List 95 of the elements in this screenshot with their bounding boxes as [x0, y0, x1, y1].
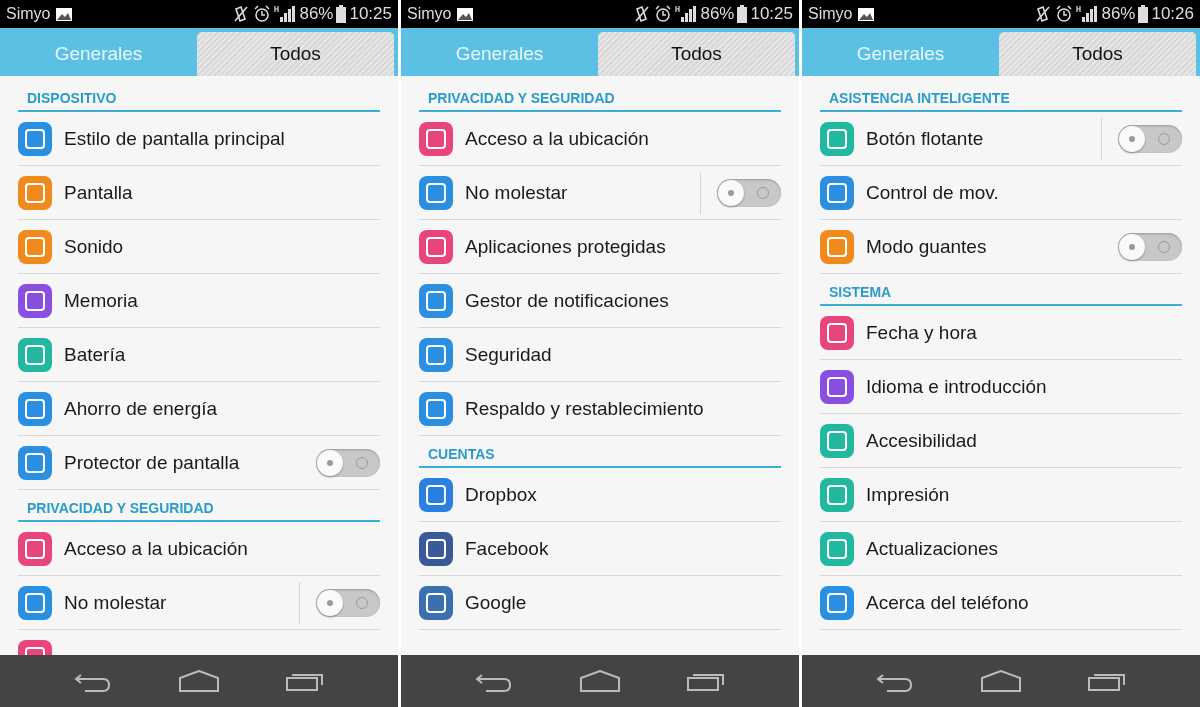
settings-row[interactable]: Estilo de pantalla principal: [18, 112, 380, 166]
settings-row[interactable]: Protector de pantalla: [18, 436, 380, 490]
setting-label: Control de mov.: [866, 181, 999, 204]
clock-time: 10:26: [1151, 4, 1194, 24]
setting-label: Respaldo y restablecimiento: [465, 397, 704, 420]
signal-icon: [1076, 5, 1099, 23]
battery-percent: 86%: [1101, 4, 1136, 24]
carrier-name: Simyo: [407, 5, 452, 23]
setting-label: Acerca del teléfono: [866, 591, 1029, 614]
tab[interactable]: Todos: [197, 32, 394, 76]
settings-row[interactable]: Idioma e introducción: [820, 360, 1182, 414]
setting-label: No molestar: [465, 181, 568, 204]
signal-icon: [675, 5, 698, 23]
home-icon[interactable]: [980, 670, 1022, 692]
settings-row[interactable]: Modo guantes: [820, 220, 1182, 274]
settings-row[interactable]: Sonido: [18, 220, 380, 274]
clock-time: 10:25: [750, 4, 793, 24]
settings-row[interactable]: Gestor de notificaciones: [419, 274, 781, 328]
toggle-switch[interactable]: [1118, 124, 1182, 153]
setting-label: Impresión: [866, 483, 950, 506]
signal-icon: [274, 5, 297, 23]
toggle-switch[interactable]: [717, 178, 781, 207]
toggle-switch[interactable]: [316, 588, 380, 617]
muted-vibrate-icon: [232, 5, 251, 23]
setting-label: Google: [465, 591, 527, 614]
settings-row[interactable]: Pantalla: [18, 166, 380, 220]
section-header: PRIVACIDAD Y SEGURIDAD: [18, 490, 380, 522]
image-icon: [456, 6, 475, 22]
alarm-clock-icon: [253, 5, 272, 23]
settings-row[interactable]: Accesibilidad: [820, 414, 1182, 468]
muted-vibrate-icon: [633, 5, 652, 23]
setting-label: Ahorro de energía: [64, 397, 218, 420]
settings-row[interactable]: Acerca del teléfono: [820, 576, 1182, 630]
section-header: SISTEMA: [820, 274, 1182, 306]
battery-percent: 86%: [700, 4, 735, 24]
alarm-clock-icon: [654, 5, 673, 23]
settings-row[interactable]: Memoria: [18, 274, 380, 328]
setting-label: Acceso a la ubicación: [64, 537, 248, 560]
carrier-name: Simyo: [6, 5, 51, 23]
settings-row[interactable]: Respaldo y restablecimiento: [419, 382, 781, 436]
setting-label: Botón flotante: [866, 127, 984, 150]
toggle-switch[interactable]: [316, 448, 380, 477]
setting-label: Seguridad: [465, 343, 552, 366]
section-header: ASISTENCIA INTELIGENTE: [820, 80, 1182, 112]
home-icon[interactable]: [579, 670, 621, 692]
settings-row[interactable]: Seguridad: [419, 328, 781, 382]
settings-row[interactable]: No molestar: [419, 166, 781, 220]
toggle-switch[interactable]: [1118, 232, 1182, 261]
settings-row[interactable]: Impresión: [820, 468, 1182, 522]
tab[interactable]: Todos: [999, 32, 1196, 76]
settings-row[interactable]: Batería: [18, 328, 380, 382]
setting-label: Batería: [64, 343, 126, 366]
setting-label: Protector de pantalla: [64, 451, 240, 474]
battery-icon: [1138, 5, 1149, 23]
setting-label: Facebook: [465, 537, 549, 560]
setting-label: Memoria: [64, 289, 138, 312]
settings-row[interactable]: Actualizaciones: [820, 522, 1182, 576]
settings-row[interactable]: Acceso a la ubicación: [419, 112, 781, 166]
alarm-clock-icon: [1055, 5, 1074, 23]
settings-row[interactable]: Facebook: [419, 522, 781, 576]
setting-label: Accesibilidad: [866, 429, 977, 452]
muted-vibrate-icon: [1034, 5, 1053, 23]
setting-label: Acceso a la ubicación: [465, 127, 649, 150]
setting-label: Actualizaciones: [866, 537, 999, 560]
image-icon: [55, 6, 74, 22]
carrier-name: Simyo: [808, 5, 853, 23]
settings-row[interactable]: Fecha y hora: [820, 306, 1182, 360]
settings-row[interactable]: Acceso a la ubicación: [18, 522, 380, 576]
settings-row[interactable]: Dropbox: [419, 468, 781, 522]
section-header: PRIVACIDAD Y SEGURIDAD: [419, 80, 781, 112]
settings-row[interactable]: Aplicaciones protegidas: [419, 220, 781, 274]
clock-time: 10:25: [349, 4, 392, 24]
battery-icon: [737, 5, 748, 23]
setting-label: No molestar: [64, 591, 167, 614]
settings-row[interactable]: Ahorro de energía: [18, 382, 380, 436]
setting-label: Sonido: [64, 235, 124, 258]
settings-row[interactable]: Control de mov.: [820, 166, 1182, 220]
section-header: DISPOSITIVO: [18, 80, 380, 112]
setting-label: Modo guantes: [866, 235, 987, 258]
settings-row[interactable]: Botón flotante: [820, 112, 1182, 166]
section-header: CUENTAS: [419, 436, 781, 468]
image-icon: [857, 6, 876, 22]
battery-icon: [336, 5, 347, 23]
setting-label: Fecha y hora: [866, 321, 977, 344]
setting-label: Estilo de pantalla principal: [64, 127, 285, 150]
tab[interactable]: Todos: [598, 32, 795, 76]
battery-percent: 86%: [299, 4, 334, 24]
setting-label: Dropbox: [465, 483, 537, 506]
setting-label: Pantalla: [64, 181, 133, 204]
home-icon[interactable]: [178, 670, 220, 692]
settings-row[interactable]: Google: [419, 576, 781, 630]
setting-label: Gestor de notificaciones: [465, 289, 669, 312]
setting-label: Aplicaciones protegidas: [465, 235, 666, 258]
setting-label: Idioma e introducción: [866, 375, 1047, 398]
settings-row[interactable]: No molestar: [18, 576, 380, 630]
